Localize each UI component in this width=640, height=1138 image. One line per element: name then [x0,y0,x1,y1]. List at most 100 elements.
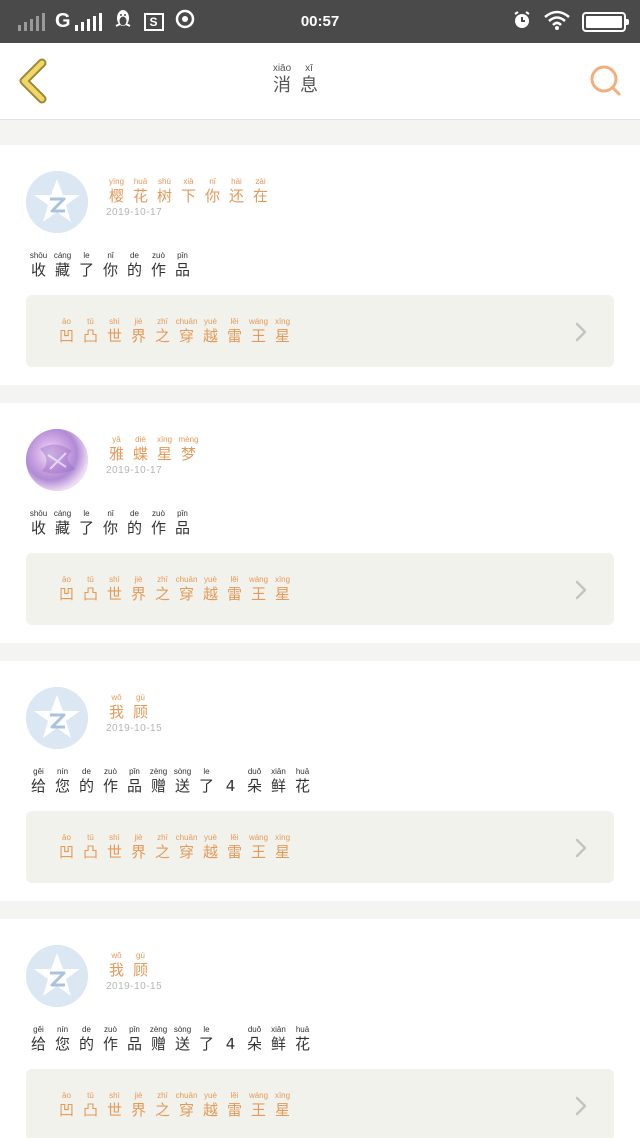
hanzi: 凹 [58,1101,74,1119]
pinyin: zèng [149,1025,168,1034]
hanzi: 的 [126,519,142,537]
pinyin: huā [295,1025,310,1034]
hanzi: 凸 [82,327,98,345]
work-link[interactable]: āo 凹 tū 凸 shì 世 jiè 界 zhī 之 chuān 穿 yuè 越 lěi 雷 wáng 王 xīn… [26,1069,614,1138]
username-char: yǎ 雅 [106,435,127,463]
message-char: pǐn 品 [124,767,145,795]
notification-card: wǒ 我 gù 顾 2019-10-15 gěi 给 nín 您 de 的 zuò 作 pǐn 品 zèng 赠… [0,661,640,901]
message-char: zuò 作 [100,767,121,795]
work-title-char: shì 世 [104,1091,125,1119]
chevron-right-icon [574,837,588,859]
username[interactable]: yǎ 雅 dié 蝶 xīng 星 mèng 梦 [106,435,199,463]
hanzi: 花 [132,187,148,205]
hanzi: 您 [54,1035,70,1053]
pinyin: yīng [108,177,125,186]
pinyin: xiāo [272,63,292,74]
pinyin: nín [56,1025,69,1034]
work-title-char: wáng 王 [248,1091,269,1119]
hanzi: 藏 [54,519,70,537]
hanzi: 了 [78,519,94,537]
message-char: sòng 送 [172,1025,193,1053]
pinyin: nǐ [209,177,216,186]
hanzi: 樱 [108,187,124,205]
notification-message: gěi 给 nín 您 de 的 zuò 作 pǐn 品 zèng 赠 sòng 送 le 了 4 duǒ 朵 xiā… [28,767,313,795]
message-char: duǒ 朵 [244,767,265,795]
hanzi: 穿 [178,1101,194,1119]
qq-default-avatar[interactable] [26,171,88,233]
work-title-char: lěi 雷 [224,1091,245,1119]
app-header: xiāo 消 xī 息 [0,43,640,120]
pinyin: cáng [53,251,72,260]
username-char: wǒ 我 [106,693,127,721]
pinyin: zuò [152,509,165,518]
hanzi: 星 [274,327,290,345]
pinyin: le [83,251,90,260]
notification-card: yǎ 雅 dié 蝶 xīng 星 mèng 梦 2019-10-17 shōu 收 cáng 藏 le 了… [0,403,640,643]
pinyin: xīng [274,317,291,326]
pinyin: xīng [274,1091,291,1100]
hanzi: 蝶 [132,445,148,463]
message-char: le 了 [76,509,97,537]
notification-date: 2019-10-17 [106,207,163,218]
username[interactable]: wǒ 我 gù 顾 [106,951,151,979]
pinyin: le [203,767,210,776]
work-title-char: lěi 雷 [224,833,245,861]
notification-card: yīng 樱 huā 花 shù 树 xià 下 nǐ 你 hái 还 zài 在 2019-10-17 sh… [0,145,640,385]
message-char: le 了 [196,767,217,795]
pinyin: xiān [271,1025,286,1034]
pinyin: chuān [175,833,198,842]
pinyin: zèng [149,767,168,776]
back-button[interactable] [16,57,52,105]
work-title-char: tū 凸 [80,1091,101,1119]
hanzi: 穿 [178,585,194,603]
pinyin: yuè [204,1091,217,1100]
photo-avatar[interactable] [26,429,88,491]
search-icon [590,65,621,96]
work-link[interactable]: āo 凹 tū 凸 shì 世 jiè 界 zhī 之 chuān 穿 yuè 越 lěi 雷 wáng 王 xīn… [26,295,614,367]
pinyin: yǎ [112,435,121,444]
hanzi: 凸 [82,1101,98,1119]
pinyin: āo [62,1091,71,1100]
hanzi: 雷 [226,327,242,345]
username-char: gù 顾 [130,693,151,721]
pinyin: le [203,1025,210,1034]
hanzi: 凸 [82,585,98,603]
work-title-char: xīng 星 [272,575,293,603]
message-char: cáng 藏 [52,251,73,279]
notification-date: 2019-10-15 [106,981,163,992]
pinyin: shì [109,575,120,584]
pinyin: lěi [230,1091,239,1100]
pinyin: tū [87,833,94,842]
username-char: hái 还 [226,177,247,205]
hanzi: 界 [130,327,146,345]
message-char: zuò 作 [148,509,169,537]
work-title-char: wáng 王 [248,833,269,861]
qq-default-avatar[interactable] [26,945,88,1007]
username[interactable]: wǒ 我 gù 顾 [106,693,151,721]
pinyin: nǐ [107,509,114,518]
hanzi: 赠 [150,777,166,795]
pinyin: zuò [152,251,165,260]
username-char: gù 顾 [130,951,151,979]
hanzi: 星 [274,1101,290,1119]
pinyin: wáng [248,1091,269,1100]
pinyin: hái [231,177,242,186]
work-link[interactable]: āo 凹 tū 凸 shì 世 jiè 界 zhī 之 chuān 穿 yuè 越 lěi 雷 wáng 王 xīn… [26,553,614,625]
hanzi: 赠 [150,1035,166,1053]
pinyin: jiè [134,317,143,326]
hanzi: 凹 [58,585,74,603]
pinyin: zhī [157,317,168,326]
message-char: le 了 [76,251,97,279]
search-button[interactable] [588,63,624,99]
work-title-char: shì 世 [104,317,125,345]
username-char: zài 在 [250,177,271,205]
username-char: huā 花 [130,177,151,205]
work-link[interactable]: āo 凹 tū 凸 shì 世 jiè 界 zhī 之 chuān 穿 yuè 越 lěi 雷 wáng 王 xīn… [26,811,614,883]
qq-default-avatar[interactable] [26,687,88,749]
hanzi: 之 [154,585,170,603]
pinyin: gěi [33,1025,44,1034]
username-char: wǒ 我 [106,951,127,979]
work-title-char: jiè 界 [128,317,149,345]
pinyin: chuān [175,317,198,326]
username[interactable]: yīng 樱 huā 花 shù 树 xià 下 nǐ 你 hái 还 zài 在 [106,177,271,205]
